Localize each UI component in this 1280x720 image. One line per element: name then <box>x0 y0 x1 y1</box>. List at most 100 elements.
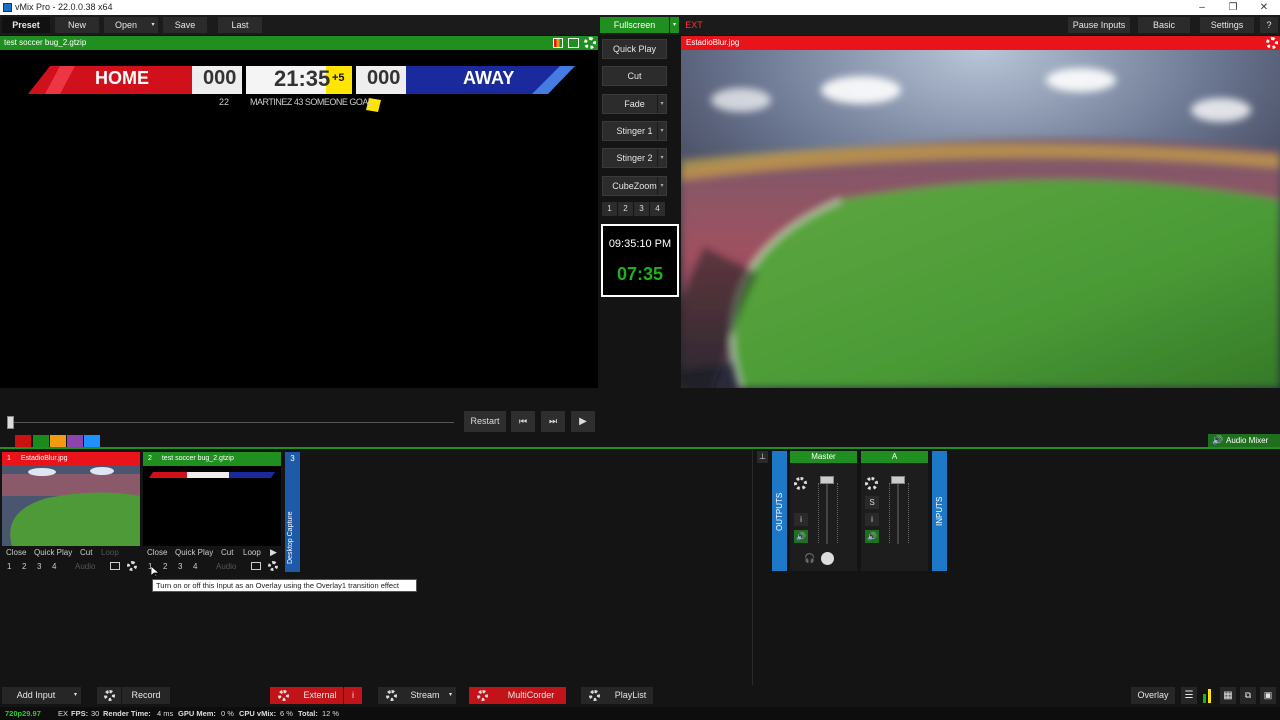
transition-number-3[interactable]: 3 <box>634 202 649 216</box>
settings-button[interactable]: Settings <box>1200 17 1254 33</box>
a-gear-icon[interactable] <box>865 477 878 490</box>
preview-monitor[interactable]: HOME 000 21:35 +5 000 AWAY 22 MARTINEZ 4… <box>0 50 598 388</box>
stream-gear-icon[interactable] <box>378 687 405 704</box>
fade-button[interactable]: Fade ▾ <box>602 94 667 114</box>
layers-icon[interactable] <box>553 38 563 48</box>
input-2-overlay-3[interactable]: 3 <box>178 562 182 571</box>
multicorder-button[interactable]: MultiCorder <box>496 687 566 704</box>
skip-back-icon[interactable]: ⏮ <box>511 411 535 432</box>
play-icon[interactable]: ▶ <box>571 411 595 432</box>
stinger1-button[interactable]: Stinger 1 ▾ <box>602 121 667 141</box>
master-pan-knob[interactable] <box>821 552 834 565</box>
color-tag-green[interactable] <box>33 435 49 447</box>
a-fader-track[interactable] <box>897 479 899 544</box>
fullscreen-dropdown-icon[interactable]: ▾ <box>670 17 679 33</box>
multiview-icon[interactable]: ⧉ <box>1240 687 1256 704</box>
color-tag-orange[interactable] <box>50 435 66 447</box>
a-fader-handle[interactable] <box>891 476 905 484</box>
program-monitor[interactable] <box>681 50 1280 388</box>
stinger2-dropdown-icon[interactable]: ▾ <box>657 149 666 167</box>
input-2-gear-icon[interactable] <box>268 561 278 571</box>
pause-inputs-button[interactable]: Pause Inputs <box>1068 17 1130 33</box>
external-info-button[interactable]: i <box>344 687 362 704</box>
color-tag-purple[interactable] <box>67 435 83 447</box>
add-input-button[interactable]: Add Input <box>2 687 70 704</box>
input-2-close-button[interactable]: Close <box>147 548 167 557</box>
input-2-loop-button[interactable]: Loop <box>243 548 261 557</box>
list-view-icon[interactable]: ☰ <box>1181 687 1197 704</box>
basic-button[interactable]: Basic <box>1138 17 1190 33</box>
multicorder-gear-icon[interactable] <box>469 687 496 704</box>
new-button[interactable]: New <box>55 17 99 33</box>
stinger2-button[interactable]: Stinger 2 ▾ <box>602 148 667 168</box>
scrub-handle[interactable] <box>7 416 14 429</box>
input-1-cut-button[interactable]: Cut <box>80 548 92 557</box>
master-gear-icon[interactable] <box>794 477 807 490</box>
scrub-track[interactable] <box>10 422 454 423</box>
headphones-icon[interactable]: 🎧 <box>804 553 815 564</box>
skip-forward-icon[interactable]: ⏭ <box>541 411 565 432</box>
inputs-tab[interactable]: INPUTS <box>932 451 947 571</box>
input-1-close-button[interactable]: Close <box>6 548 26 557</box>
a-mute-icon[interactable]: 🔊 <box>865 530 879 543</box>
color-tag-red[interactable] <box>15 435 31 447</box>
master-mute-icon[interactable]: 🔊 <box>794 530 808 543</box>
playlist-gear-icon[interactable] <box>581 687 608 704</box>
input-1-gear-icon[interactable] <box>127 561 137 571</box>
external-button[interactable]: External <box>297 687 343 704</box>
minimize-button[interactable]: – <box>1187 0 1217 15</box>
input-3-collapsed[interactable]: 3 Desktop Capture <box>285 452 300 572</box>
transition-number-2[interactable]: 2 <box>618 202 633 216</box>
input-1-thumbnail[interactable] <box>2 466 140 546</box>
restart-button[interactable]: Restart <box>464 411 506 432</box>
a-solo-button[interactable]: S <box>865 496 879 509</box>
stream-dropdown-icon[interactable]: ▾ <box>445 687 456 704</box>
playlist-button[interactable]: PlayList <box>608 687 653 704</box>
input-2-header[interactable]: 2 test soccer bug_2.gtzip <box>143 452 281 466</box>
record-button[interactable]: Record <box>122 687 170 704</box>
input-1-loop-button[interactable]: Loop <box>101 548 119 557</box>
overlay-button[interactable]: Overlay <box>1131 687 1175 704</box>
quick-play-button[interactable]: Quick Play <box>602 39 667 59</box>
screenshot-icon[interactable]: ▣ <box>1260 687 1276 704</box>
input-2-thumbnail[interactable] <box>143 466 281 546</box>
input-2-overlay-2[interactable]: 2 <box>163 562 167 571</box>
input-2-monitor-icon[interactable] <box>251 562 261 570</box>
external-gear-icon[interactable] <box>270 687 297 704</box>
add-input-dropdown-icon[interactable]: ▾ <box>70 687 81 704</box>
input-1-header[interactable]: 1 EstadioBlur.jpg <box>2 452 140 466</box>
fade-dropdown-icon[interactable]: ▾ <box>657 95 666 113</box>
input-2-audio-button[interactable]: Audio <box>216 562 236 571</box>
close-window-button[interactable]: ✕ <box>1249 0 1279 15</box>
input-1-overlay-2[interactable]: 2 <box>22 562 26 571</box>
transition-number-1[interactable]: 1 <box>602 202 617 216</box>
input-2-quick-play-button[interactable]: Quick Play <box>175 548 213 557</box>
input-2-play-icon[interactable]: ▶ <box>270 547 277 558</box>
audio-meter-icon[interactable] <box>1200 689 1216 703</box>
grid-view-icon[interactable]: ▦ <box>1220 687 1236 704</box>
preset-button[interactable]: Preset <box>2 17 50 33</box>
ext-label[interactable]: EXT <box>682 17 706 33</box>
input-1-overlay-3[interactable]: 3 <box>37 562 41 571</box>
stream-button[interactable]: Stream <box>405 687 445 704</box>
input-1-quick-play-button[interactable]: Quick Play <box>34 548 72 557</box>
record-gear-icon[interactable] <box>97 687 121 704</box>
input-2-cut-button[interactable]: Cut <box>221 548 233 557</box>
pin-icon[interactable]: ⊥ <box>757 451 768 463</box>
master-info-button[interactable]: i <box>794 513 808 526</box>
help-button[interactable]: ? <box>1260 17 1278 33</box>
cut-button[interactable]: Cut <box>602 66 667 86</box>
input-2-overlay-4[interactable]: 4 <box>193 562 197 571</box>
transition-number-4[interactable]: 4 <box>650 202 665 216</box>
input-1-overlay-1[interactable]: 1 <box>7 562 11 571</box>
a-info-button[interactable]: i <box>865 513 879 526</box>
preview-gear-icon[interactable] <box>584 37 596 49</box>
program-gear-icon[interactable] <box>1266 37 1278 49</box>
last-button[interactable]: Last <box>218 17 262 33</box>
open-button[interactable]: Open <box>104 17 148 33</box>
cubezoom-button[interactable]: CubeZoom ▾ <box>602 176 667 196</box>
cubezoom-dropdown-icon[interactable]: ▾ <box>657 177 666 195</box>
save-button[interactable]: Save <box>163 17 207 33</box>
input-1-overlay-4[interactable]: 4 <box>52 562 56 571</box>
monitor-icon[interactable] <box>568 38 579 48</box>
